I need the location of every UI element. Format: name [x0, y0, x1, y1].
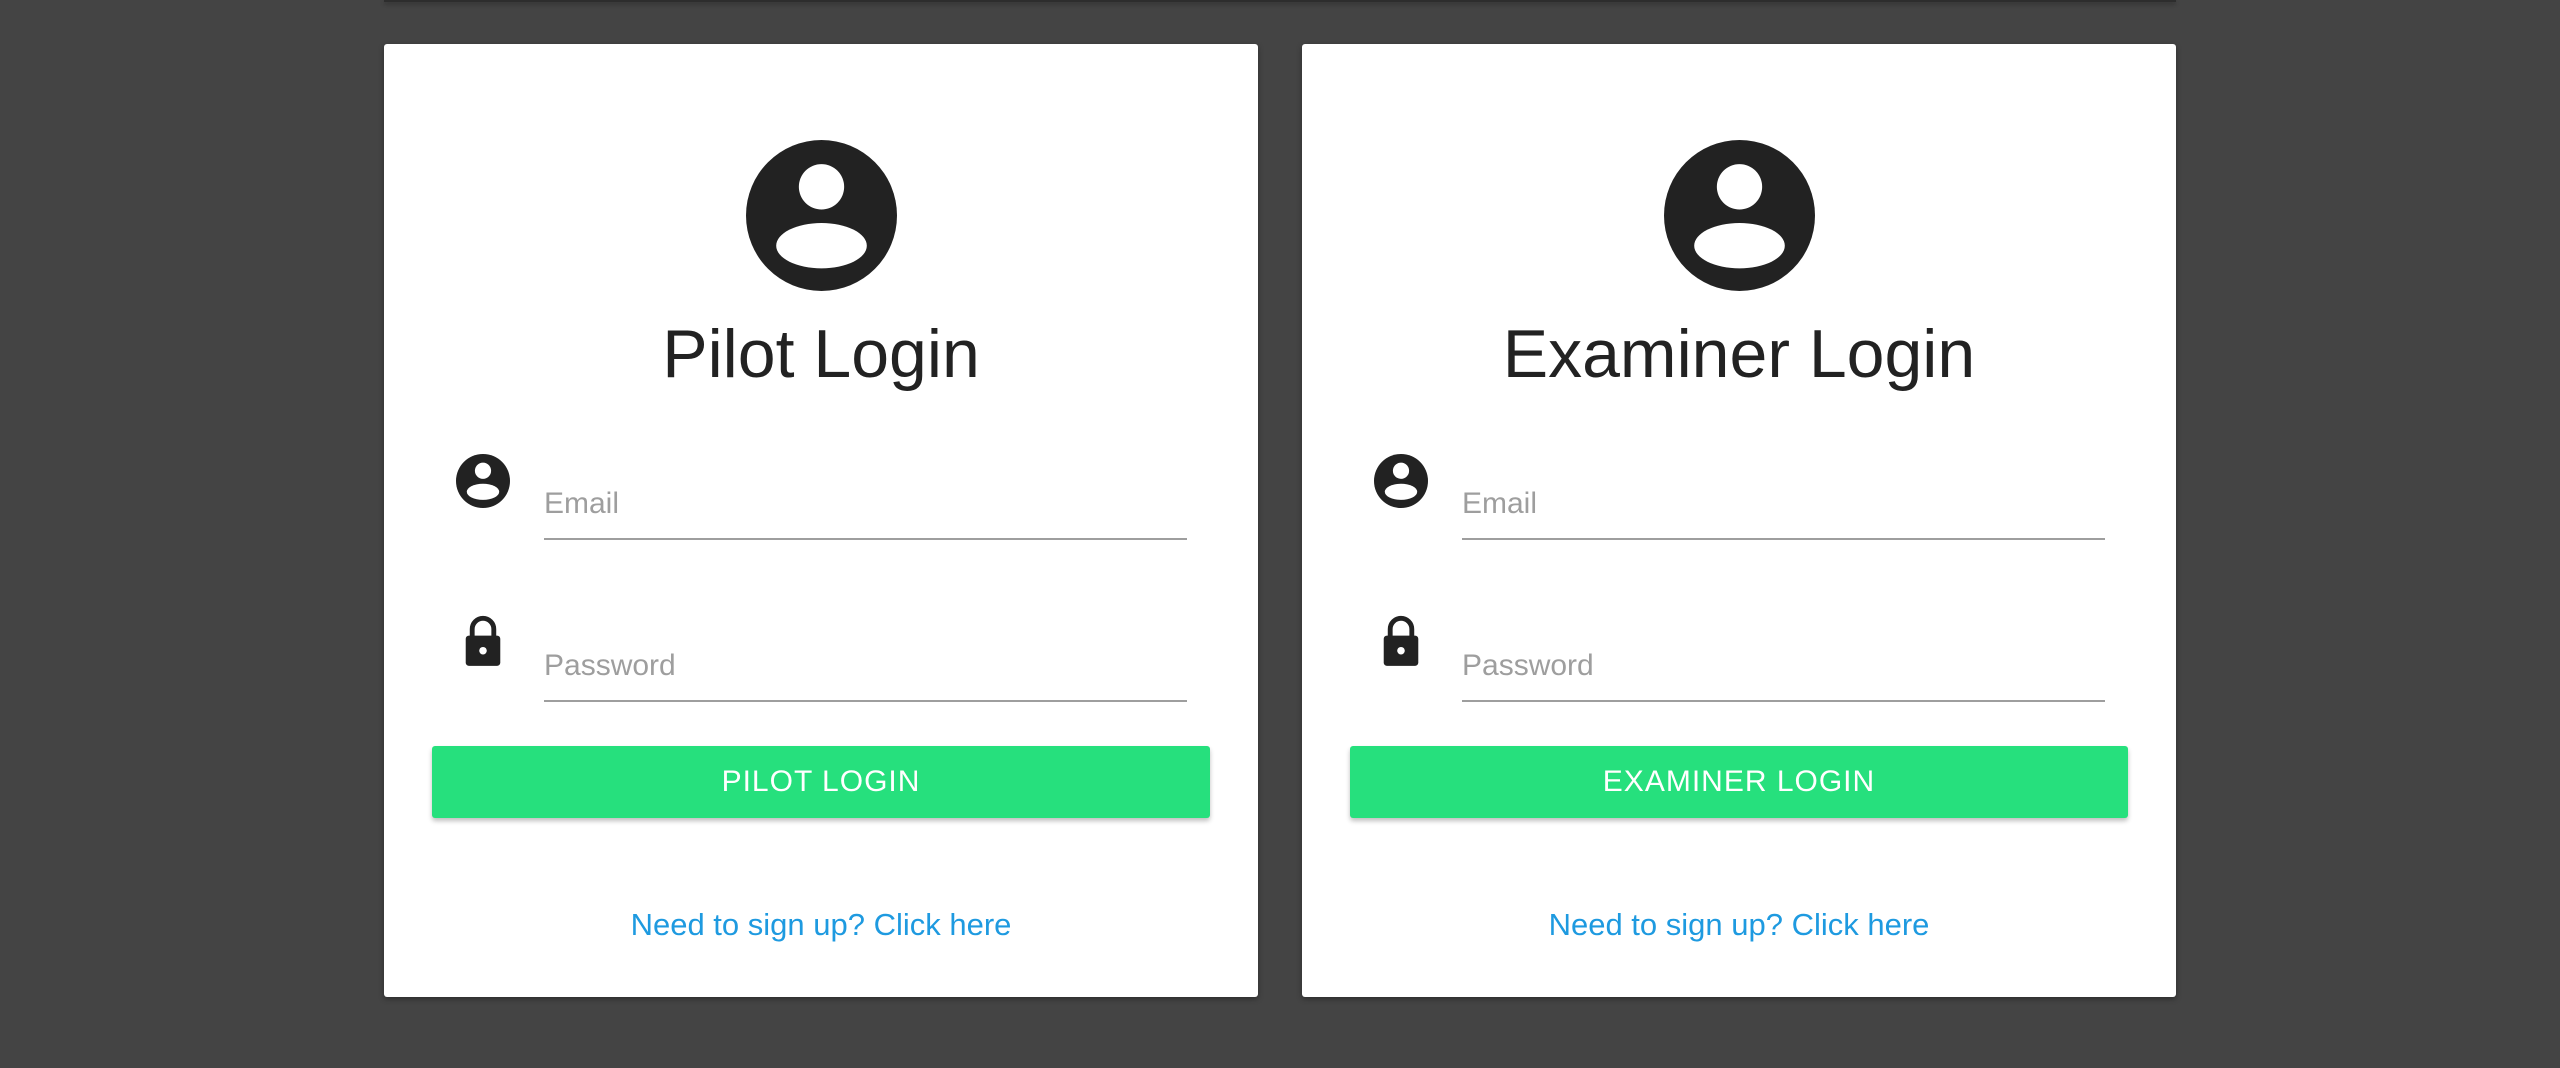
password-field[interactable]: [544, 632, 1187, 702]
lock-icon: [1374, 614, 1428, 668]
account-circle-icon: [1374, 454, 1428, 508]
signup-link[interactable]: Need to sign up? Click here: [384, 906, 1258, 943]
account-circle-icon: [1664, 140, 1815, 291]
pilot-login-card: Pilot Login PILOT LOGIN Need to sign up?…: [384, 44, 1258, 997]
examiner-login-button[interactable]: EXAMINER LOGIN: [1350, 746, 2128, 818]
page-title: Examiner Login: [1502, 316, 1976, 392]
account-circle-icon: [746, 140, 897, 291]
password-field[interactable]: [1462, 632, 2105, 702]
page-title: Pilot Login: [662, 316, 980, 392]
lock-icon: [456, 614, 510, 668]
email-field[interactable]: [1462, 470, 2105, 540]
pilot-login-button[interactable]: PILOT LOGIN: [432, 746, 1210, 818]
email-field[interactable]: [544, 470, 1187, 540]
account-circle-icon: [456, 454, 510, 508]
examiner-login-card: Examiner Login EXAMINER LOGIN Need to si…: [1302, 44, 2176, 997]
top-panel-edge: [384, 0, 2176, 2]
signup-link[interactable]: Need to sign up? Click here: [1302, 906, 2176, 943]
